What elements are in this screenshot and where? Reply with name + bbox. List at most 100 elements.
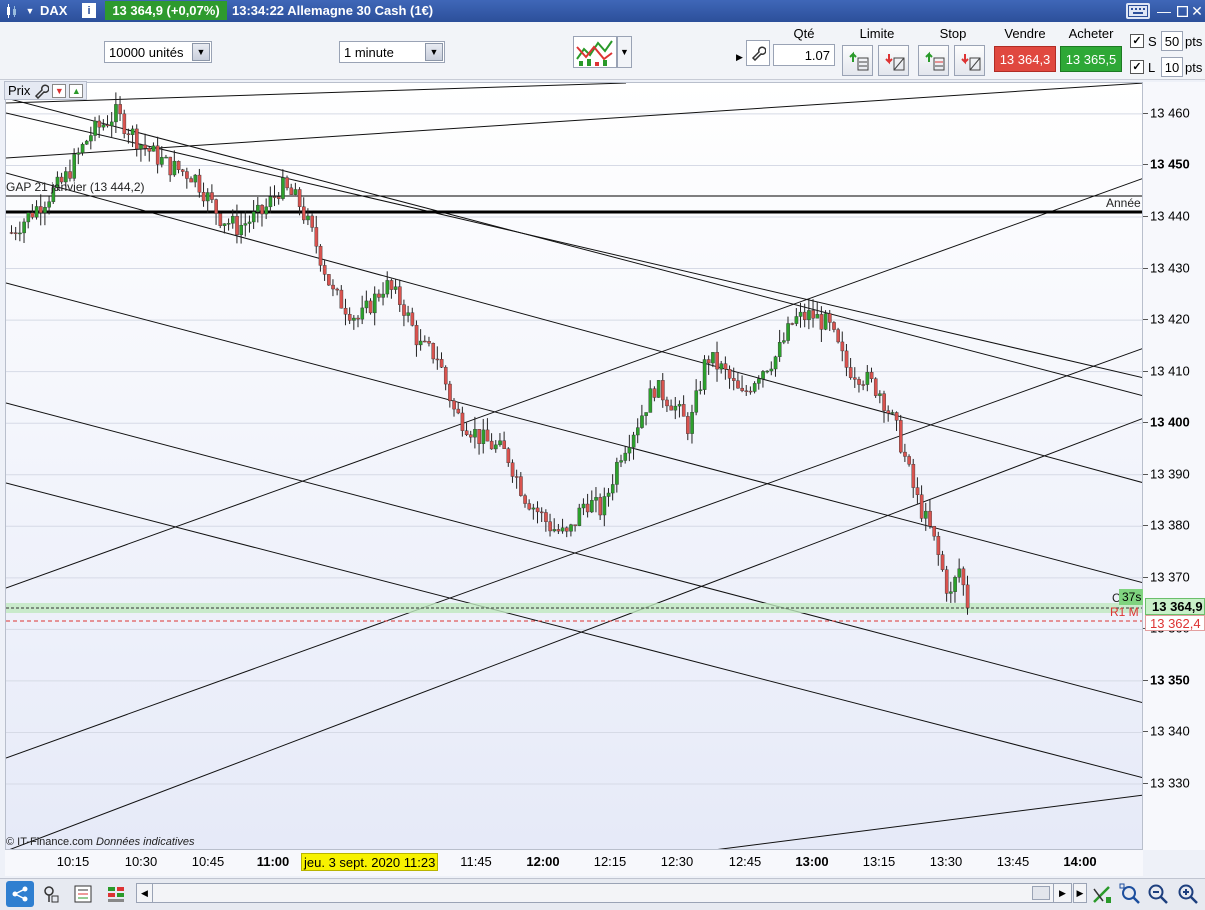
candle-body (544, 512, 548, 522)
buy-button[interactable]: 13 365,5 (1060, 46, 1122, 72)
candle-body (318, 245, 323, 266)
candle-body (527, 503, 532, 510)
chart-canvas[interactable] (6, 83, 1143, 850)
candle-body (615, 461, 619, 485)
price-tick: 13 440 (1150, 208, 1190, 224)
trading-panel-icon[interactable] (105, 883, 127, 905)
candle-body (844, 350, 849, 368)
price-chart[interactable] (5, 82, 1143, 850)
wizard-icon[interactable] (40, 883, 62, 905)
candle-body (485, 429, 490, 442)
candle-body (928, 510, 932, 527)
limit-sell-button[interactable] (878, 45, 909, 76)
order-up-icon (848, 51, 868, 70)
arrow-up-icon[interactable]: ▲ (69, 83, 84, 98)
candle-body (798, 311, 803, 317)
qty-input[interactable]: 1.07 (773, 44, 835, 66)
candle-body (377, 293, 381, 298)
chevron-down-icon[interactable]: ▼ (24, 4, 36, 18)
time-tick: 12:30 (660, 854, 694, 869)
candle-body (418, 340, 423, 346)
candle-body (965, 584, 970, 609)
close-icon[interactable]: ✕ (1190, 3, 1204, 19)
sell-button[interactable]: 13 364,3 (994, 46, 1056, 72)
keyboard-icon[interactable] (1126, 3, 1150, 19)
collapse-arrow-icon[interactable]: ▶ (736, 52, 743, 63)
limit-checkbox[interactable]: ✓ (1130, 60, 1144, 74)
candle-body (352, 317, 356, 321)
candle-body (76, 152, 81, 155)
zoom-out-icon[interactable] (1146, 881, 1170, 907)
limit-buy-button[interactable] (842, 45, 873, 76)
candle-body (619, 460, 623, 463)
play-icon[interactable]: ▶ (1053, 884, 1071, 902)
chevron-down-icon[interactable]: ▼ (192, 43, 210, 61)
candle-body (531, 507, 536, 510)
minimize-icon[interactable]: — (1156, 3, 1172, 19)
scroll-right-icon[interactable]: ▶ (1073, 883, 1087, 903)
units-select[interactable]: 10000 unités ▼ (104, 41, 212, 63)
candle-body (364, 300, 369, 309)
l-unit: pts (1185, 60, 1203, 75)
l-label: L (1148, 60, 1156, 75)
interval-select[interactable]: 1 minute ▼ (339, 41, 445, 63)
list-icon[interactable] (72, 883, 94, 905)
candle-body (773, 356, 778, 370)
stop-buy-button[interactable] (918, 45, 949, 76)
scroll-left-icon[interactable]: ◀ (137, 884, 153, 902)
stop-points-input[interactable]: 50 (1161, 31, 1183, 51)
share-icon[interactable] (6, 881, 34, 907)
stop-sell-button[interactable] (954, 45, 985, 76)
candle-body (631, 434, 636, 448)
candle-body (656, 380, 661, 398)
candlestick-icon[interactable] (5, 3, 19, 19)
candle-body (769, 368, 774, 372)
maximize-icon[interactable] (1175, 3, 1189, 19)
candle-body (890, 412, 895, 414)
wrench-icon[interactable] (746, 40, 770, 66)
time-axis[interactable]: 10:15 10:30 10:45 11:00 11:45 12:00 12:15 12:30… (5, 850, 1143, 876)
candle-body (961, 568, 966, 586)
indicator-dropdown[interactable]: ▼ (617, 36, 632, 68)
limit-points-input[interactable]: 10 (1161, 57, 1183, 77)
price-axis[interactable]: 13 460 13 450 13 440 13 430 13 420 13 410 13 4… (1143, 82, 1205, 850)
price-tick: 13 460 (1150, 105, 1190, 121)
candle-body (894, 412, 899, 421)
chevron-down-icon[interactable]: ▼ (425, 43, 443, 61)
candle-body (802, 311, 807, 321)
stop-loss-checkbox[interactable]: ✓ (1130, 34, 1144, 48)
candle-body (539, 511, 544, 514)
candle-body (93, 120, 97, 136)
horizontal-scrollbar[interactable]: ◀ ▶ (136, 883, 1072, 903)
drawing-tool-icon[interactable] (1090, 881, 1114, 907)
candle-body (661, 380, 665, 401)
candle-body (565, 527, 569, 532)
limit-label: Limite (859, 26, 895, 41)
candle-body (861, 384, 866, 386)
candle-body (715, 352, 719, 370)
zoom-select-icon[interactable] (1118, 881, 1142, 907)
candle-body (331, 284, 335, 290)
candle-body (435, 358, 440, 361)
candle-body (222, 223, 227, 226)
candle-body (573, 524, 577, 526)
candle-body (669, 405, 673, 411)
arrow-down-icon[interactable]: ▼ (52, 83, 67, 98)
toolbar: 10000 unités ▼ 1 minute ▼ ▼ ▶ Qté 1.07 Lim… (0, 22, 1205, 80)
candle-body (130, 128, 135, 135)
order-down-icon (960, 53, 980, 70)
candle-body (711, 352, 715, 364)
zoom-in-icon[interactable] (1176, 881, 1200, 907)
candle-body (231, 215, 235, 224)
symbol-label[interactable]: DAX (40, 3, 67, 18)
candle-body (698, 389, 703, 391)
candle-body (469, 434, 473, 438)
wrench-icon[interactable] (33, 83, 50, 99)
candle-body (807, 310, 811, 321)
cursor-date-label: jeu. 3 sept. 2020 11:23 (301, 853, 439, 871)
scroll-thumb[interactable] (1032, 886, 1050, 900)
indicator-button[interactable] (573, 36, 617, 68)
price-panel-label[interactable]: Prix ▼ ▲ (4, 81, 88, 100)
info-icon[interactable]: i (82, 3, 96, 18)
candle-body (460, 412, 465, 431)
